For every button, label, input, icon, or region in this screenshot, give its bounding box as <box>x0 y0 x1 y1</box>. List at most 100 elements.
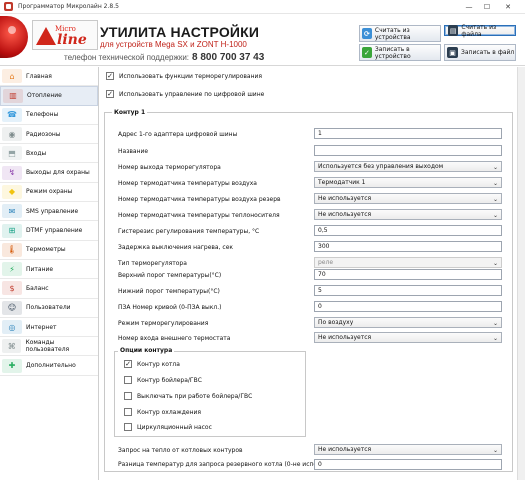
chevron-down-icon: ⌄ <box>492 260 498 267</box>
sidebar-item-power[interactable]: ⚡ Питание <box>0 260 98 280</box>
sidebar-item-label: Питание <box>26 265 54 273</box>
write-to-file-label: Записать в файл <box>461 49 515 56</box>
sidebar-item-commands[interactable]: ⌘ Команды пользователя <box>0 337 98 357</box>
contour-option-label: Циркуляционный насос <box>137 423 212 431</box>
field-input[interactable]: 5 <box>314 285 502 296</box>
field-input[interactable]: 0 <box>314 301 502 312</box>
field-select[interactable]: Не используется ⌄ <box>314 193 502 204</box>
contour-options-title: Опции контура <box>118 347 175 354</box>
checkbox-box[interactable]: ✓ <box>106 72 114 80</box>
reserve-diff-input[interactable]: 0 <box>314 459 502 470</box>
thermometer-icon: 🌡 <box>2 242 22 257</box>
read-from-device-button[interactable]: ⟳ Считать из устройства <box>359 25 441 42</box>
sidebar-item-extra[interactable]: ✚ Дополнительно <box>0 356 98 376</box>
sidebar-item-home[interactable]: ⌂ Главная <box>0 67 98 87</box>
radio-icon: ◉ <box>2 127 22 142</box>
write-to-device-button[interactable]: ✓ Записать в устройство <box>359 44 441 61</box>
field-select[interactable]: Используется без управления выходом ⌄ <box>314 161 502 172</box>
sidebar: ⌂ Главная ▥ Отопление ☎ Телефоны ◉ Радиозоны ⬒ Вх… <box>0 67 99 480</box>
contour-option-checkbox[interactable]: Контур бойлера/ГВС <box>124 376 202 384</box>
contour-option-checkbox[interactable]: Выключать при работе бойлера/ГВС <box>124 392 252 400</box>
use-digital-bus-label: Использовать управление по цифровой шине <box>119 90 265 98</box>
contour-title: Контур 1 <box>112 109 148 116</box>
use-digital-bus-checkbox[interactable]: ✓ Использовать управление по цифровой ши… <box>106 90 264 98</box>
checkbox-box[interactable] <box>124 376 132 384</box>
sidebar-item-label: SMS управление <box>26 207 79 215</box>
sidebar-item-sms[interactable]: ✉ SMS управление <box>0 202 98 222</box>
phone-label: телефон технической поддержки: <box>64 53 190 62</box>
field-select[interactable]: По воздуху ⌄ <box>314 317 502 328</box>
checkbox-box[interactable]: ✓ <box>124 360 132 368</box>
contour-option-checkbox[interactable]: Контур охлаждения <box>124 408 201 416</box>
commands-icon: ⌘ <box>2 339 22 354</box>
sidebar-item-label: Интернет <box>26 323 57 331</box>
field-input[interactable]: 1 <box>314 128 502 139</box>
users-icon: ☺ <box>2 300 22 315</box>
sidebar-item-output[interactable]: ↯ Выходы для охраны <box>0 163 98 183</box>
sidebar-item-internet[interactable]: ◎ Интернет <box>0 318 98 338</box>
phone-number: 8 800 700 37 43 <box>192 52 265 63</box>
field-select: реле ⌄ <box>314 257 502 268</box>
sms-icon: ✉ <box>2 204 22 219</box>
sidebar-item-dtmf[interactable]: ⊞ DTMF управление <box>0 221 98 241</box>
contour-option-checkbox[interactable]: Циркуляционный насос <box>124 423 212 431</box>
vertical-scrollbar[interactable] <box>517 67 525 480</box>
field-label: Название <box>118 148 149 155</box>
sidebar-item-label: Главная <box>26 72 52 80</box>
heat-request-select[interactable]: Не используется ⌄ <box>314 444 502 455</box>
power-icon: ⚡ <box>2 262 22 277</box>
field-label: Режим терморегулирования <box>118 320 209 327</box>
chevron-down-icon: ⌄ <box>492 180 498 187</box>
heat-request-value: Не используется <box>318 446 372 453</box>
phone-icon: ☎ <box>2 107 22 122</box>
select-value: По воздуху <box>318 319 354 326</box>
sidebar-item-balance[interactable]: $ Баланс <box>0 279 98 299</box>
sidebar-item-radio[interactable]: ◉ Радиозоны <box>0 125 98 145</box>
support-phone: телефон технической поддержки: 8 800 700 … <box>64 52 264 63</box>
checkbox-box[interactable] <box>124 392 132 400</box>
field-input[interactable]: 70 <box>314 269 502 280</box>
use-thermoregulation-label: Использовать функции терморегулирования <box>119 72 263 80</box>
logo-line-text: line <box>57 32 87 48</box>
field-label: Верхний порог температуры(°C) <box>118 272 222 279</box>
write-to-device-label: Записать в устройство <box>374 45 411 60</box>
read-from-file-label: Считать из файла <box>461 23 497 38</box>
field-input[interactable]: 300 <box>314 241 502 252</box>
field-label: Адрес 1-го адаптера цифровой шины <box>118 131 238 138</box>
field-input[interactable]: 0,5 <box>314 225 502 236</box>
field-label: ПЗА Номер кривой (0-ПЗА выкл.) <box>118 304 222 311</box>
write-to-file-button[interactable]: ▣ Записать в файл <box>444 44 516 61</box>
field-label: Задержка выключения нагрева, сек <box>118 244 234 251</box>
use-thermoregulation-checkbox[interactable]: ✓ Использовать функции терморегулировани… <box>106 72 262 80</box>
sidebar-item-radiator[interactable]: ▥ Отопление <box>0 86 98 106</box>
balance-icon: $ <box>2 281 22 296</box>
sidebar-item-guard[interactable]: ◆ Режим охраны <box>0 183 98 203</box>
chevron-down-icon: ⌄ <box>492 447 498 454</box>
microline-logo: Micro line <box>32 20 98 50</box>
extra-icon: ✚ <box>2 358 22 373</box>
maximize-icon[interactable]: ☐ <box>479 0 495 14</box>
window-title: Программатор Микролайн 2.8.5 <box>18 3 119 10</box>
field-select[interactable]: Термодатчик 1 ⌄ <box>314 177 502 188</box>
checkmark-icon: ✓ <box>362 47 372 58</box>
contour-option-checkbox[interactable]: ✓ Контур котла <box>124 360 180 368</box>
minimize-icon[interactable]: — <box>461 0 477 14</box>
sidebar-item-input[interactable]: ⬒ Входы <box>0 144 98 164</box>
logo-triangle-icon <box>36 27 56 45</box>
internet-icon: ◎ <box>2 320 22 334</box>
field-select[interactable]: Не используется ⌄ <box>314 332 502 343</box>
checkbox-box[interactable] <box>124 408 132 416</box>
sidebar-item-thermometer[interactable]: 🌡 Термометры <box>0 241 98 260</box>
sidebar-item-phone[interactable]: ☎ Телефоны <box>0 106 98 125</box>
checkbox-box[interactable] <box>124 423 132 431</box>
sidebar-item-users[interactable]: ☺ Пользователи <box>0 299 98 318</box>
close-icon[interactable]: ✕ <box>500 0 516 14</box>
field-label: Номер термодатчика температуры воздуха р… <box>118 196 281 203</box>
read-from-file-button[interactable]: ▤ Считать из файла <box>444 23 516 38</box>
field-select[interactable]: Не используется ⌄ <box>314 209 502 220</box>
sidebar-item-label: Дополнительно <box>26 362 76 370</box>
checkbox-box[interactable]: ✓ <box>106 90 114 98</box>
input-icon: ⬒ <box>2 146 22 161</box>
field-input[interactable] <box>314 145 502 156</box>
field-label: Номер выхода терморегулятора <box>118 164 221 171</box>
